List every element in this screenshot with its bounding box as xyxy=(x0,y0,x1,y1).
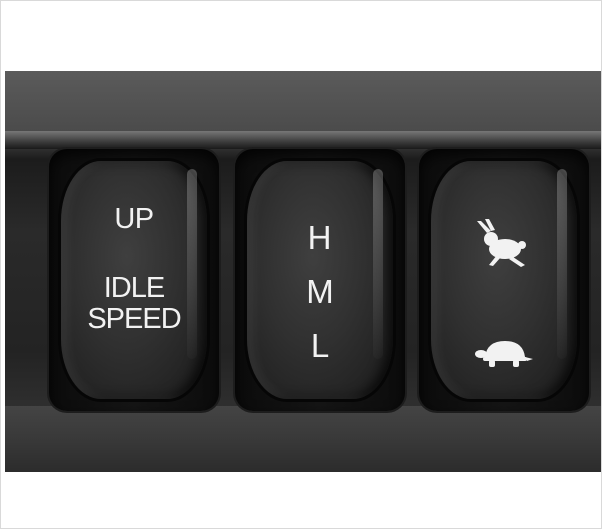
up-label: UP xyxy=(114,203,154,235)
image-frame: UP IDLE SPEED H M L xyxy=(0,0,602,529)
m-label: M xyxy=(306,273,334,310)
turtle-icon xyxy=(475,341,533,367)
rabbit-icon xyxy=(477,219,526,267)
idle-speed-label: IDLE SPEED xyxy=(61,273,207,335)
panel-ledge xyxy=(5,131,601,149)
l-label: L xyxy=(310,327,330,364)
h-label: H xyxy=(307,219,333,256)
rocker-glare xyxy=(557,169,567,359)
speed-mode-rocker[interactable] xyxy=(431,161,577,399)
switch-panel-photo: UP IDLE SPEED H M L xyxy=(5,71,601,472)
speed-label: SPEED xyxy=(87,303,181,335)
idle-speed-switch-housing: UP IDLE SPEED xyxy=(49,149,219,411)
hml-switch-housing: H M L xyxy=(235,149,405,411)
idle-speed-rocker[interactable]: UP IDLE SPEED xyxy=(61,161,207,399)
speed-mode-switch-housing xyxy=(419,149,589,411)
panel-bottom xyxy=(5,406,601,472)
idle-label: IDLE xyxy=(103,272,165,304)
hml-rocker[interactable]: H M L xyxy=(247,161,393,399)
